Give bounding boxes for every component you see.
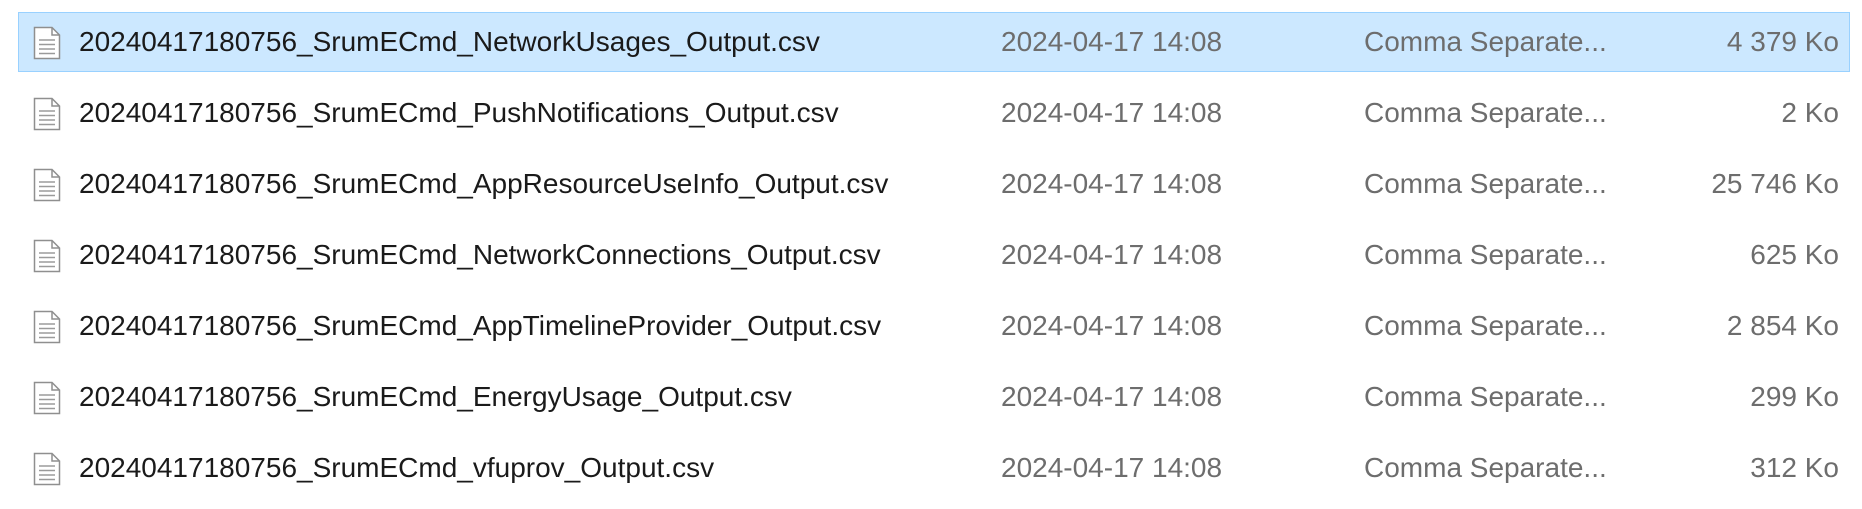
file-name[interactable]: 20240417180756_SrumECmd_NetworkConnectio… bbox=[79, 226, 881, 284]
file-type: Comma Separate... bbox=[1364, 239, 1607, 270]
file-row[interactable]: 20240417180756_SrumECmd_NetworkConnectio… bbox=[18, 225, 1850, 285]
file-type: Comma Separate... bbox=[1364, 310, 1607, 341]
csv-file-icon bbox=[33, 381, 61, 415]
file-type: Comma Separate... bbox=[1364, 452, 1607, 483]
file-name[interactable]: 20240417180756_SrumECmd_NetworkUsages_Ou… bbox=[79, 13, 820, 71]
file-date-modified: 2024-04-17 14:08 bbox=[1001, 310, 1223, 341]
file-type: Comma Separate... bbox=[1364, 168, 1607, 199]
file-row[interactable]: 20240417180756_SrumECmd_NetworkUsages_Ou… bbox=[18, 12, 1850, 72]
file-row[interactable]: 20240417180756_SrumECmd_AppResourceUseIn… bbox=[18, 154, 1850, 214]
csv-file-icon bbox=[33, 452, 61, 486]
file-type: Comma Separate... bbox=[1364, 381, 1607, 412]
file-name[interactable]: 20240417180756_SrumECmd_PushNotification… bbox=[79, 84, 839, 142]
file-name[interactable]: 20240417180756_SrumECmd_AppTimelineProvi… bbox=[79, 297, 881, 355]
file-date-modified: 2024-04-17 14:08 bbox=[1001, 168, 1223, 199]
file-type: Comma Separate... bbox=[1364, 26, 1607, 57]
file-date-modified: 2024-04-17 14:08 bbox=[1001, 97, 1223, 128]
csv-file-icon bbox=[33, 310, 61, 344]
file-row[interactable]: 20240417180756_SrumECmd_EnergyUsage_Outp… bbox=[18, 367, 1850, 427]
csv-file-icon bbox=[33, 26, 61, 60]
file-list: 20240417180756_SrumECmd_NetworkUsages_Ou… bbox=[18, 12, 1850, 509]
file-size: 625 Ko bbox=[1750, 239, 1839, 270]
file-size: 299 Ko bbox=[1750, 381, 1839, 412]
csv-file-icon bbox=[33, 168, 61, 202]
file-row[interactable]: 20240417180756_SrumECmd_AppTimelineProvi… bbox=[18, 296, 1850, 356]
file-date-modified: 2024-04-17 14:08 bbox=[1001, 26, 1223, 57]
csv-file-icon bbox=[33, 97, 61, 131]
file-size: 4 379 Ko bbox=[1726, 26, 1839, 57]
file-row[interactable]: 20240417180756_SrumECmd_PushNotification… bbox=[18, 83, 1850, 143]
file-date-modified: 2024-04-17 14:08 bbox=[1001, 452, 1223, 483]
file-name[interactable]: 20240417180756_SrumECmd_EnergyUsage_Outp… bbox=[79, 368, 792, 426]
file-date-modified: 2024-04-17 14:08 bbox=[1001, 239, 1223, 270]
file-size: 312 Ko bbox=[1750, 452, 1839, 483]
file-size: 25 746 Ko bbox=[1711, 168, 1839, 199]
file-type: Comma Separate... bbox=[1364, 97, 1607, 128]
csv-file-icon bbox=[33, 239, 61, 273]
file-row[interactable]: 20240417180756_SrumECmd_vfuprov_Output.c… bbox=[18, 438, 1850, 498]
file-size: 2 Ko bbox=[1781, 97, 1839, 128]
file-size: 2 854 Ko bbox=[1726, 310, 1839, 341]
file-name[interactable]: 20240417180756_SrumECmd_vfuprov_Output.c… bbox=[79, 439, 714, 497]
file-date-modified: 2024-04-17 14:08 bbox=[1001, 381, 1223, 412]
file-name[interactable]: 20240417180756_SrumECmd_AppResourceUseIn… bbox=[79, 155, 888, 213]
